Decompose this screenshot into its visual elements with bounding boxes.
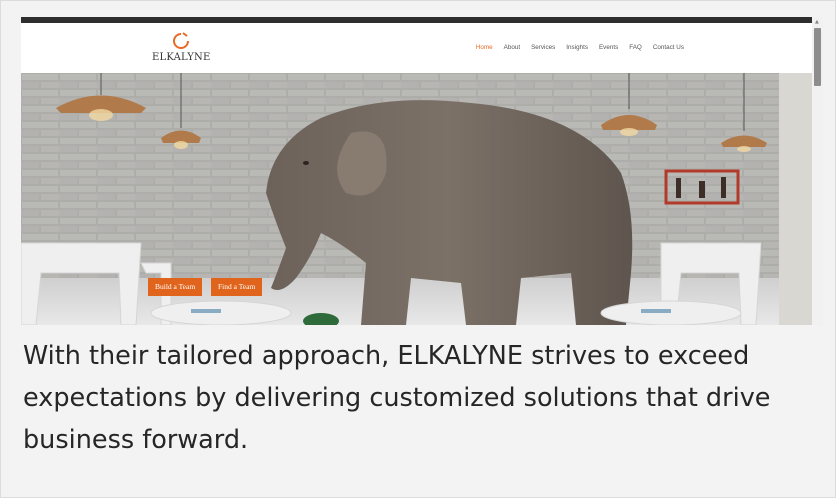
elephant-in-restaurant-photo <box>21 73 812 325</box>
website-screenshot: ELKALYNE Home About Services Insights Ev… <box>21 17 823 325</box>
site-logo[interactable]: ELKALYNE <box>152 32 210 68</box>
build-a-team-button[interactable]: Build a Team <box>148 278 203 296</box>
scroll-up-arrow-icon[interactable]: ▲ <box>815 19 819 25</box>
nav-insights[interactable]: Insights <box>566 44 588 51</box>
nav-home[interactable]: Home <box>476 44 493 51</box>
brand-name: ELKALYNE <box>152 52 211 63</box>
elkalyne-logo-icon <box>173 32 189 49</box>
nav-contact-us[interactable]: Contact Us <box>653 44 684 51</box>
site-header: ELKALYNE Home About Services Insights Ev… <box>21 23 812 73</box>
main-nav: Home About Services Insights Events FAQ … <box>476 44 684 51</box>
page-scrollbar[interactable]: ▲ <box>812 17 823 325</box>
caption-text: With their tailored approach, ELKALYNE s… <box>23 341 771 455</box>
nav-services[interactable]: Services <box>531 44 555 51</box>
nav-faq[interactable]: FAQ <box>629 44 642 51</box>
caption-card: ELKALYNE Home About Services Insights Ev… <box>0 0 836 498</box>
find-a-team-button[interactable]: Find a Team <box>211 278 263 296</box>
nav-about[interactable]: About <box>504 44 520 51</box>
scrollbar-thumb[interactable] <box>814 28 821 86</box>
hero-banner: Build a Team Find a Team <box>21 73 812 325</box>
nav-events[interactable]: Events <box>599 44 618 51</box>
